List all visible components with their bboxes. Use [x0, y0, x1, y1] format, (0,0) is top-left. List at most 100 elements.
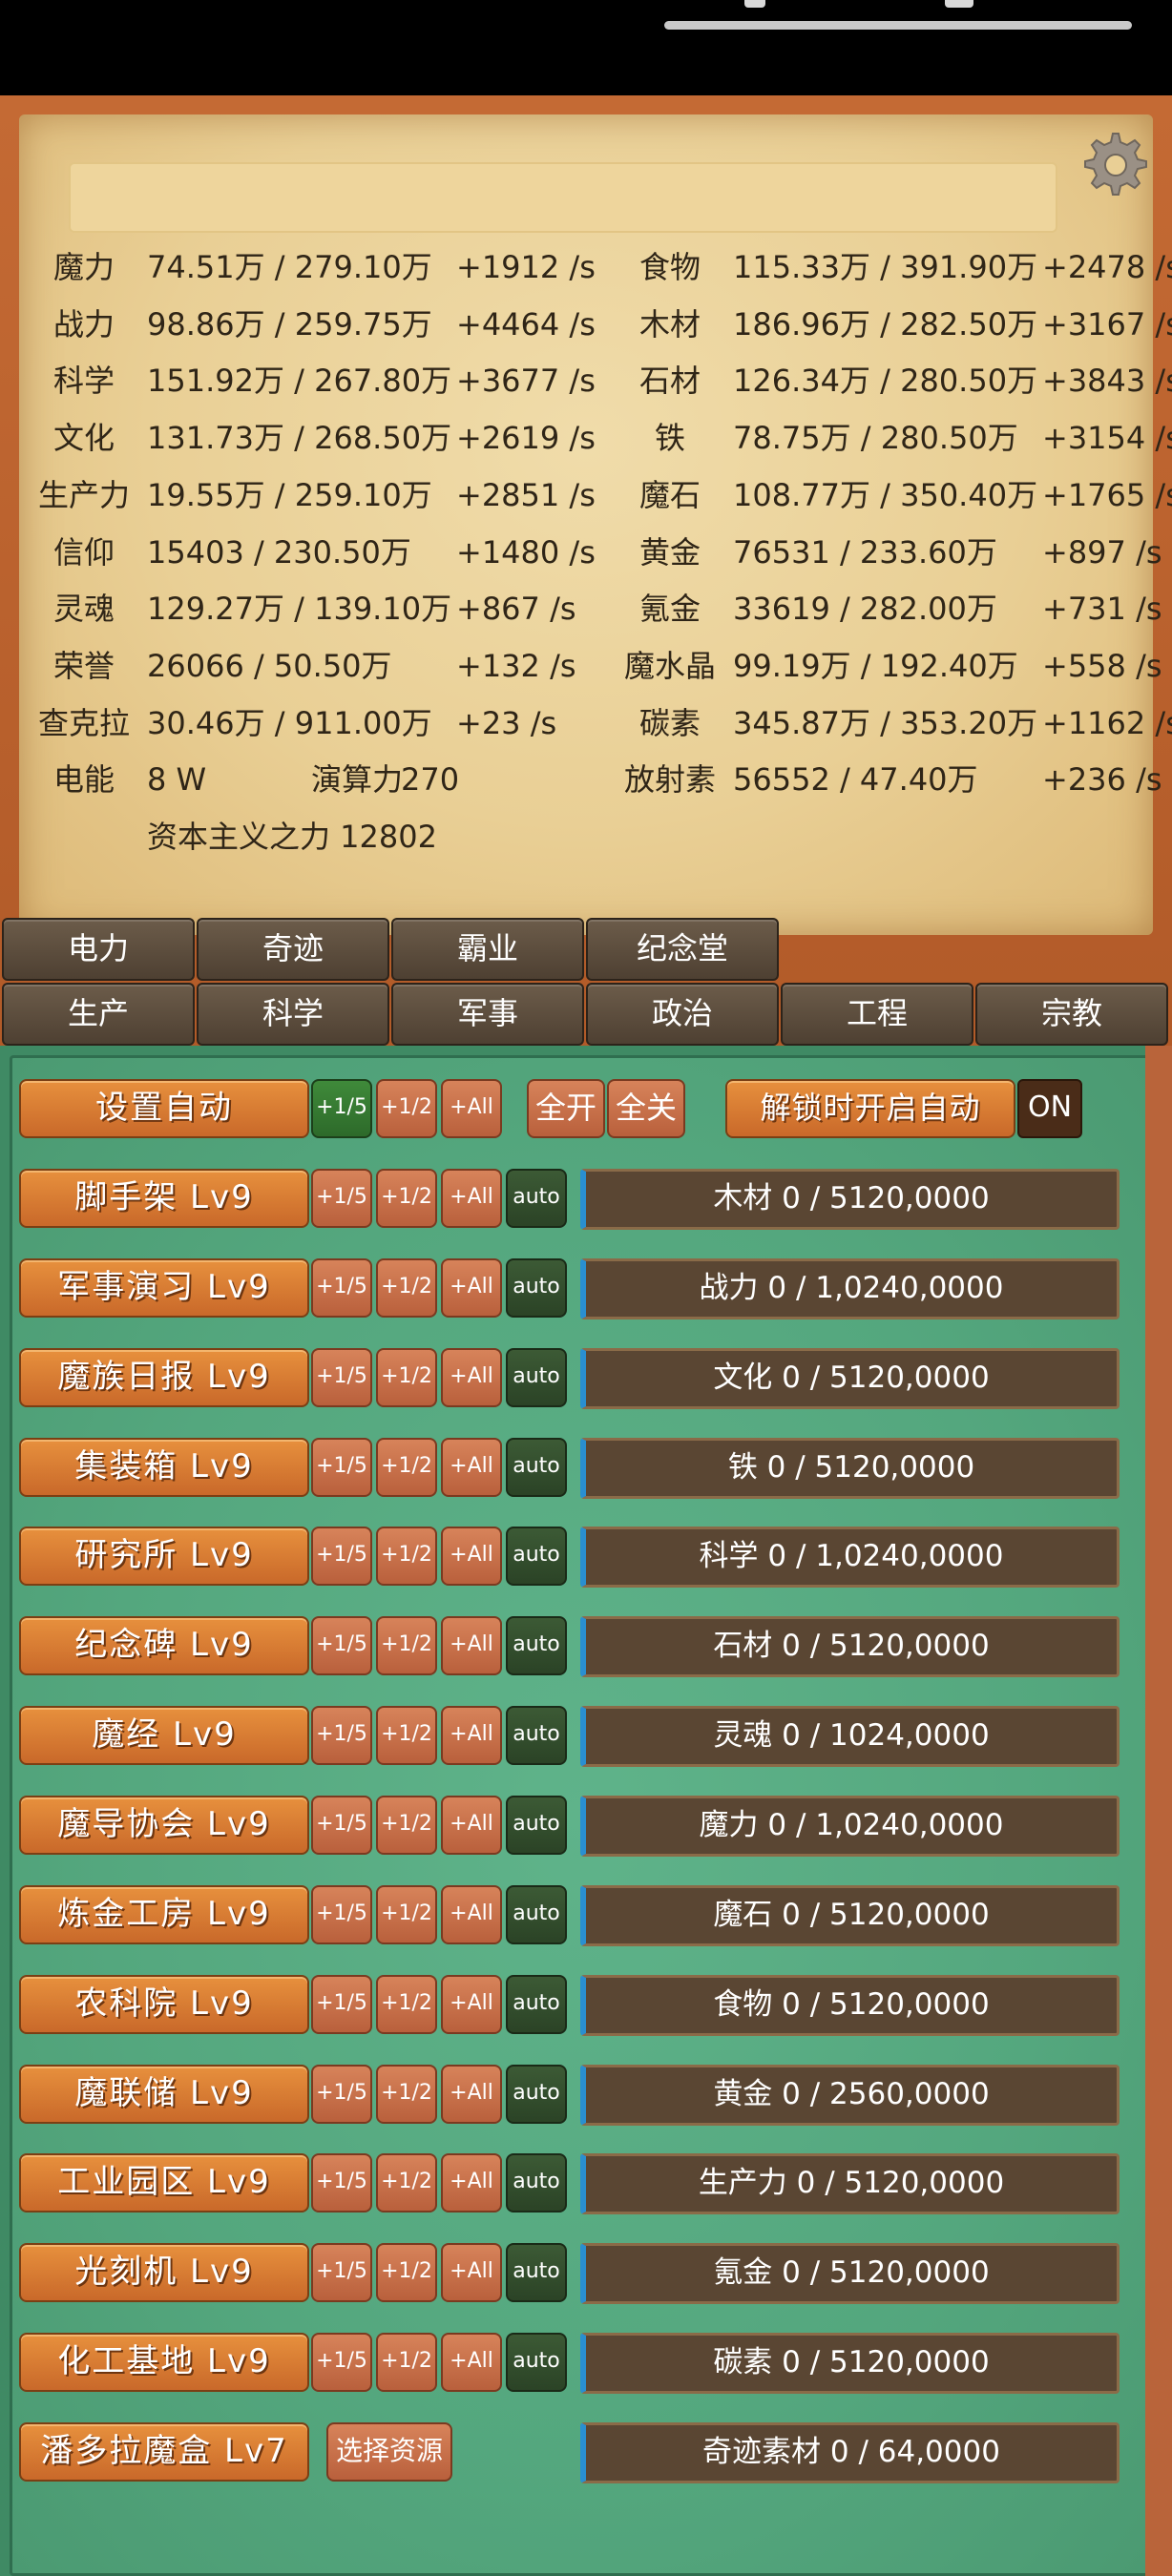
plus-all-button[interactable]: +All	[441, 1706, 502, 1765]
building-button[interactable]: 炼金工房 Lv9	[19, 1885, 309, 1944]
building-button[interactable]: 魔联储 Lv9	[19, 2065, 309, 2124]
auto-toggle[interactable]: auto	[506, 2153, 567, 2212]
plus-half-button[interactable]: +1/2	[376, 2333, 437, 2392]
tab-button[interactable]: 军事	[391, 983, 584, 1046]
plus-fifth-button[interactable]: +1/5	[311, 1079, 372, 1138]
all-on-button[interactable]: 全开	[527, 1079, 605, 1138]
plus-fifth-button[interactable]: +1/5	[311, 2153, 372, 2212]
plus-all-button[interactable]: +All	[441, 1169, 502, 1228]
plus-all-button[interactable]: +All	[441, 1079, 502, 1138]
plus-fifth-button[interactable]: +1/5	[311, 1348, 372, 1407]
plus-fifth-button[interactable]: +1/5	[311, 2333, 372, 2392]
plus-half-button[interactable]: +1/2	[376, 1885, 437, 1944]
unlock-auto-button[interactable]: 解锁时开启自动	[725, 1079, 1015, 1138]
tab-button[interactable]: 科学	[197, 983, 389, 1046]
tab-button[interactable]: 奇迹	[197, 918, 389, 981]
plus-half-button[interactable]: +1/2	[376, 1706, 437, 1765]
plus-fifth-button[interactable]: +1/5	[311, 1169, 372, 1228]
building-button[interactable]: 脚手架 Lv9	[19, 1169, 309, 1228]
plus-all-button[interactable]: +All	[441, 1796, 502, 1855]
auto-toggle[interactable]: auto	[506, 1885, 567, 1944]
building-progress: 灵魂 0 / 1024,0000	[580, 1706, 1120, 1767]
building-button[interactable]: 农科院 Lv9	[19, 1975, 309, 2034]
tab-button[interactable]: 生产	[2, 983, 195, 1046]
auto-toggle[interactable]: auto	[506, 1169, 567, 1228]
building-button[interactable]: 魔族日报 Lv9	[19, 1348, 309, 1407]
plus-half-button[interactable]: +1/2	[376, 1348, 437, 1407]
plus-all-button[interactable]: +All	[441, 2333, 502, 2392]
auto-toggle[interactable]: auto	[506, 2243, 567, 2302]
gear-icon[interactable]	[1075, 126, 1151, 202]
building-button[interactable]: 魔经 Lv9	[19, 1706, 309, 1765]
tab-button[interactable]: 工程	[781, 983, 973, 1046]
plus-half-button[interactable]: +1/2	[376, 1169, 437, 1228]
auto-toggle[interactable]: auto	[506, 1975, 567, 2034]
plus-fifth-button[interactable]: +1/5	[311, 1706, 372, 1765]
plus-fifth-button[interactable]: +1/5	[311, 2065, 372, 2124]
plus-half-button[interactable]: +1/2	[376, 2065, 437, 2124]
auto-toggle[interactable]: auto	[506, 2333, 567, 2392]
plus-all-button[interactable]: +All	[441, 2065, 502, 2124]
resource-value: 33619 / 282.00万	[733, 591, 997, 627]
unlock-auto-toggle[interactable]: ON	[1017, 1079, 1082, 1138]
building-progress: 碳素 0 / 5120,0000	[580, 2333, 1120, 2394]
resource-name: 文化	[52, 420, 115, 456]
plus-fifth-button[interactable]: +1/5	[311, 2243, 372, 2302]
top-indicator	[664, 21, 1132, 30]
auto-toggle[interactable]: auto	[506, 1796, 567, 1855]
plus-all-button[interactable]: +All	[441, 2153, 502, 2212]
tab-button[interactable]: 宗教	[975, 983, 1168, 1046]
plus-fifth-button[interactable]: +1/5	[311, 1616, 372, 1675]
resource-rate: +1480 /s	[456, 534, 596, 571]
resource-name: 碳素	[638, 705, 701, 741]
plus-half-button[interactable]: +1/2	[376, 2153, 437, 2212]
building-button[interactable]: 光刻机 Lv9	[19, 2243, 309, 2302]
plus-half-button[interactable]: +1/2	[376, 1975, 437, 2034]
plus-half-button[interactable]: +1/2	[376, 1438, 437, 1497]
plus-half-button[interactable]: +1/2	[376, 2243, 437, 2302]
building-button[interactable]: 集装箱 Lv9	[19, 1438, 309, 1497]
plus-fifth-button[interactable]: +1/5	[311, 1885, 372, 1944]
auto-toggle[interactable]: auto	[506, 1527, 567, 1586]
resource-rate: +132 /s	[456, 648, 576, 684]
tab-button[interactable]: 纪念堂	[586, 918, 779, 981]
select-resource-button[interactable]: 选择资源	[326, 2422, 452, 2482]
plus-all-button[interactable]: +All	[441, 1348, 502, 1407]
panel-edge	[1145, 1046, 1172, 2576]
auto-toggle[interactable]: auto	[506, 1706, 567, 1765]
plus-fifth-button[interactable]: +1/5	[311, 1527, 372, 1586]
auto-toggle[interactable]: auto	[506, 1258, 567, 1318]
plus-fifth-button[interactable]: +1/5	[311, 1438, 372, 1497]
all-off-button[interactable]: 全关	[607, 1079, 685, 1138]
set-auto-button[interactable]: 设置自动	[19, 1079, 309, 1138]
building-button[interactable]: 军事演习 Lv9	[19, 1258, 309, 1318]
plus-all-button[interactable]: +All	[441, 1616, 502, 1675]
auto-toggle[interactable]: auto	[506, 2065, 567, 2124]
tab-button[interactable]: 电力	[2, 918, 195, 981]
plus-all-button[interactable]: +All	[441, 1438, 502, 1497]
pandora-button[interactable]: 潘多拉魔盒 Lv7	[19, 2422, 309, 2482]
building-button[interactable]: 魔导协会 Lv9	[19, 1796, 309, 1855]
building-button[interactable]: 化工基地 Lv9	[19, 2333, 309, 2392]
auto-toggle[interactable]: auto	[506, 1616, 567, 1675]
plus-half-button[interactable]: +1/2	[376, 1258, 437, 1318]
plus-half-button[interactable]: +1/2	[376, 1796, 437, 1855]
auto-toggle[interactable]: auto	[506, 1438, 567, 1497]
auto-toggle[interactable]: auto	[506, 1348, 567, 1407]
plus-all-button[interactable]: +All	[441, 1527, 502, 1586]
plus-all-button[interactable]: +All	[441, 1885, 502, 1944]
plus-all-button[interactable]: +All	[441, 1258, 502, 1318]
building-button[interactable]: 工业园区 Lv9	[19, 2153, 309, 2212]
plus-fifth-button[interactable]: +1/5	[311, 1796, 372, 1855]
plus-all-button[interactable]: +All	[441, 1975, 502, 2034]
tab-button[interactable]: 政治	[586, 983, 779, 1046]
plus-half-button[interactable]: +1/2	[376, 1079, 437, 1138]
building-button[interactable]: 研究所 Lv9	[19, 1527, 309, 1586]
plus-half-button[interactable]: +1/2	[376, 1616, 437, 1675]
plus-all-button[interactable]: +All	[441, 2243, 502, 2302]
plus-fifth-button[interactable]: +1/5	[311, 1258, 372, 1318]
building-button[interactable]: 纪念碑 Lv9	[19, 1616, 309, 1675]
tab-button[interactable]: 霸业	[391, 918, 584, 981]
plus-half-button[interactable]: +1/2	[376, 1527, 437, 1586]
plus-fifth-button[interactable]: +1/5	[311, 1975, 372, 2034]
